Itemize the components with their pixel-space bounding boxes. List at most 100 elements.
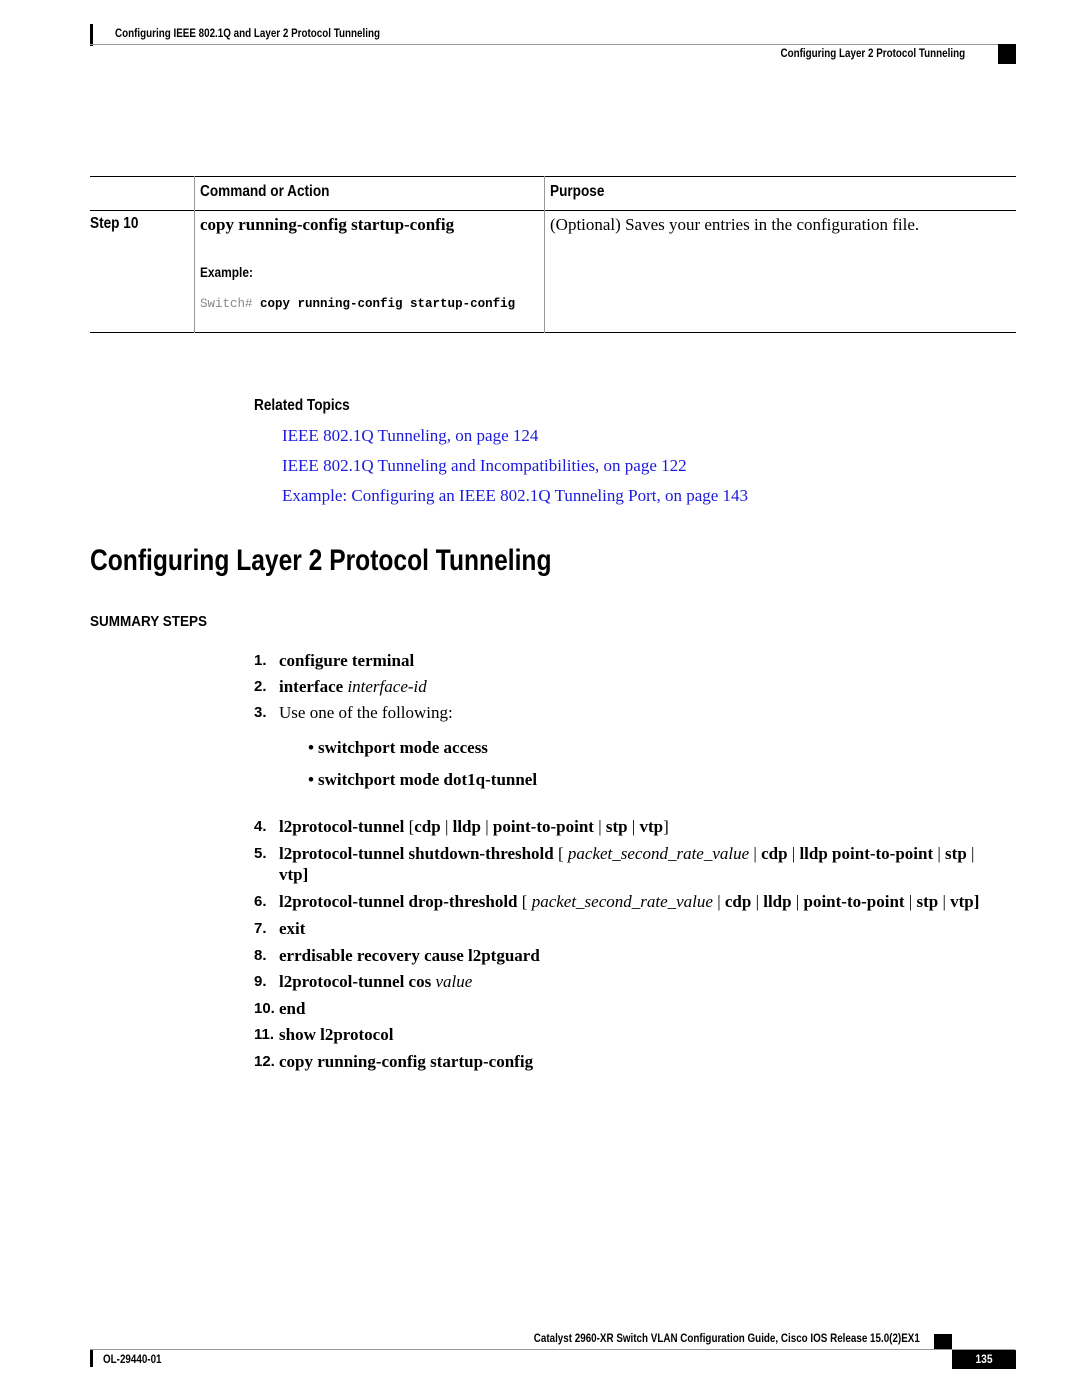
document-number: OL-29440-01 bbox=[103, 1352, 162, 1366]
step-text: l2protocol-tunnel drop-threshold [ packe… bbox=[279, 892, 979, 912]
header-square-marker bbox=[998, 44, 1016, 64]
step-purpose: (Optional) Saves your entries in the con… bbox=[550, 215, 920, 234]
step-keyword: exit bbox=[279, 919, 306, 938]
step-keyword: lldp point-to-point bbox=[799, 844, 934, 863]
step-text: copy running-config startup-config bbox=[279, 1052, 533, 1072]
page-number-box: 135 bbox=[952, 1350, 1016, 1369]
summary-steps-heading: SUMMARY STEPS bbox=[90, 613, 208, 630]
step-keyword: cdp bbox=[761, 844, 788, 863]
step-keyword: lldp bbox=[452, 817, 481, 836]
step-keyword: stp bbox=[916, 892, 939, 911]
section-heading: Configuring Layer 2 Protocol Tunneling bbox=[90, 544, 552, 577]
step-syntax: [ bbox=[557, 844, 568, 863]
step-text: l2protocol-tunnel [cdp | lldp | point-to… bbox=[279, 817, 669, 837]
table-bottom-rule bbox=[90, 332, 1016, 333]
step-index: 10. bbox=[254, 1000, 275, 1017]
step-keyword: vtp] bbox=[950, 892, 980, 911]
step-keyword: errdisable recovery cause l2ptguard bbox=[279, 946, 540, 965]
step-syntax: | bbox=[904, 892, 917, 911]
step-keyword: interface bbox=[279, 677, 348, 696]
step-text: Use one of the following: bbox=[279, 703, 453, 723]
step-index: 1. bbox=[254, 652, 267, 669]
step-keyword: l2protocol-tunnel drop-threshold bbox=[279, 892, 522, 911]
step-syntax: Use one of the following: bbox=[279, 703, 453, 722]
step-syntax: | bbox=[938, 892, 951, 911]
step-syntax: [ bbox=[521, 892, 532, 911]
step-index: 3. bbox=[254, 704, 267, 721]
step-syntax: | bbox=[480, 817, 493, 836]
step-syntax: ] bbox=[663, 817, 669, 836]
step-text: configure terminal bbox=[279, 651, 414, 671]
step-continuation: vtp] bbox=[279, 865, 309, 884]
step-keyword: copy running-config startup-config bbox=[279, 1052, 534, 1071]
example-code: Switch# copy running-config startup-conf… bbox=[200, 297, 515, 311]
step-index: 12. bbox=[254, 1053, 275, 1070]
step-text: show l2protocol bbox=[279, 1025, 393, 1045]
cli-command: copy running-config startup-config bbox=[260, 297, 516, 311]
step-text: errdisable recovery cause l2ptguard bbox=[279, 946, 540, 966]
step-keyword: l2protocol-tunnel bbox=[279, 817, 409, 836]
step-text: exit bbox=[279, 919, 305, 939]
step-index: 11. bbox=[254, 1026, 275, 1043]
step-keyword: show l2protocol bbox=[279, 1025, 394, 1044]
related-topics-heading: Related Topics bbox=[254, 397, 350, 414]
related-topic-link[interactable]: IEEE 802.1Q Tunneling and Incompatibilit… bbox=[282, 456, 687, 476]
step-argument: value bbox=[435, 972, 473, 991]
step-keyword: lldp bbox=[763, 892, 792, 911]
step-command: copy running-config startup-config bbox=[200, 215, 455, 234]
footer-rule bbox=[90, 1349, 1015, 1350]
step-text: l2protocol-tunnel cos value bbox=[279, 972, 472, 992]
bullet-icon: • bbox=[308, 770, 314, 789]
step-index: 4. bbox=[254, 818, 267, 835]
step-keyword: point-to-point bbox=[803, 892, 905, 911]
step-syntax: | bbox=[593, 817, 606, 836]
page-number: 135 bbox=[975, 1352, 993, 1366]
table-column-divider bbox=[194, 176, 195, 333]
step-keyword: cdp bbox=[724, 892, 752, 911]
table-header-rule bbox=[90, 210, 1016, 211]
step-argument: interface-id bbox=[347, 677, 427, 696]
option-text: switchport mode access bbox=[317, 738, 488, 757]
bullet-icon: • bbox=[308, 738, 314, 757]
footer-square-marker bbox=[934, 1334, 952, 1350]
chapter-title: Configuring IEEE 802.1Q and Layer 2 Prot… bbox=[115, 26, 380, 40]
running-section-title: Configuring Layer 2 Protocol Tunneling bbox=[780, 46, 965, 60]
step-syntax: | bbox=[712, 892, 725, 911]
step-index: 7. bbox=[254, 920, 267, 937]
option-bullet: • switchport mode access bbox=[308, 738, 488, 758]
step-index: 9. bbox=[254, 973, 267, 990]
step-syntax: | bbox=[791, 892, 804, 911]
step-keyword: configure terminal bbox=[279, 651, 415, 670]
step-keyword: stp bbox=[945, 844, 967, 863]
step-keyword: vtp bbox=[639, 817, 664, 836]
step-keyword: l2protocol-tunnel shutdown-threshold bbox=[279, 844, 558, 863]
step-syntax: | bbox=[787, 844, 800, 863]
step-argument: packet_second_rate_value bbox=[567, 844, 750, 863]
step-syntax: | bbox=[751, 892, 764, 911]
related-topic-link[interactable]: IEEE 802.1Q Tunneling, on page 124 bbox=[282, 426, 538, 446]
step-keyword: end bbox=[279, 999, 306, 1018]
guide-title: Catalyst 2960-XR Switch VLAN Configurati… bbox=[533, 1331, 920, 1345]
step-argument: packet_second_rate_value bbox=[531, 892, 713, 911]
example-label: Example: bbox=[200, 264, 253, 280]
step-syntax: | bbox=[749, 844, 762, 863]
step-text: interface interface-id bbox=[279, 677, 427, 697]
step-keyword: stp bbox=[605, 817, 628, 836]
column-header-command: Command or Action bbox=[200, 183, 330, 200]
step-number: Step 10 bbox=[90, 215, 139, 232]
step-keyword: cdp bbox=[414, 817, 441, 836]
step-index: 5. bbox=[254, 845, 267, 862]
step-index: 8. bbox=[254, 947, 267, 964]
cli-prompt: Switch# bbox=[200, 297, 253, 311]
table-column-divider bbox=[544, 176, 545, 333]
footer-bar-marker bbox=[90, 1350, 93, 1367]
header-bar-marker bbox=[90, 24, 93, 46]
step-syntax: | bbox=[966, 844, 975, 863]
step-index: 6. bbox=[254, 893, 267, 910]
step-text: l2protocol-tunnel shutdown-threshold [ p… bbox=[279, 844, 974, 864]
column-header-purpose: Purpose bbox=[550, 183, 605, 200]
option-bullet: • switchport mode dot1q-tunnel bbox=[308, 770, 537, 790]
step-keyword: l2protocol-tunnel cos bbox=[279, 972, 436, 991]
related-topic-link[interactable]: Example: Configuring an IEEE 802.1Q Tunn… bbox=[282, 486, 748, 506]
step-syntax: | bbox=[440, 817, 453, 836]
